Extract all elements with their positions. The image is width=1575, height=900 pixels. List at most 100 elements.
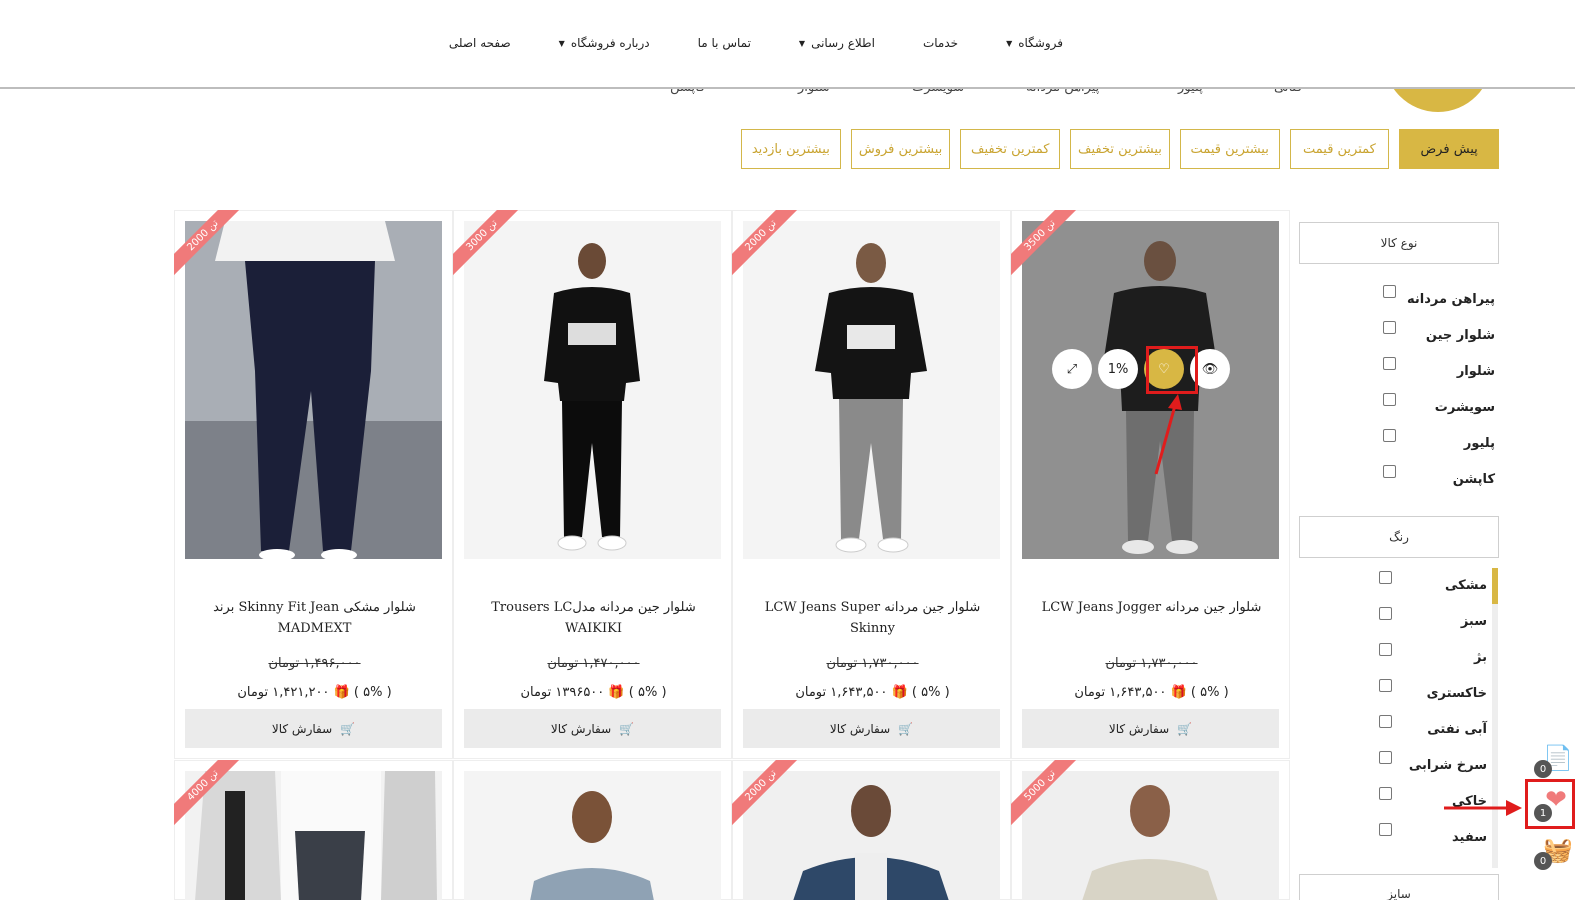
nav-about[interactable]: درباره فروشگاه ▼ <box>535 36 674 50</box>
filter-color-black[interactable]: مشکی <box>1299 568 1491 604</box>
product-card[interactable]: 2000 تن شلوار مشکی Skinny Fit Jean برند … <box>174 210 453 759</box>
ribbon-label: 2000 تن <box>174 210 248 280</box>
sort-min-discount-button[interactable]: کمترین تخفیف <box>960 129 1061 169</box>
highlight-box <box>1146 346 1198 394</box>
checkbox[interactable] <box>1379 715 1392 728</box>
order-label: سفارش کالا <box>271 721 333 736</box>
checkbox[interactable] <box>1379 571 1392 584</box>
color-scrollbar[interactable] <box>1492 568 1498 868</box>
product-title[interactable]: شلوار جین مردانه مدلTrousers LC WAIKIKI <box>466 597 721 639</box>
product-card[interactable]: 5000 تن <box>1011 760 1290 900</box>
checkbox[interactable] <box>1383 429 1396 442</box>
checkbox[interactable] <box>1379 751 1392 764</box>
filter-color-gray[interactable]: خاکستری <box>1299 676 1491 712</box>
sort-best-selling-button[interactable]: بیشترین فروش <box>850 129 951 169</box>
main-nav: صفحه اصلی درباره فروشگاه ▼ تماس با ما اطل… <box>425 36 1087 50</box>
filter-label: کاپشن <box>1452 472 1495 487</box>
sort-most-viewed-button[interactable]: بیشترین بازدید <box>740 129 841 169</box>
new-price: ۱,۶۴۳,۵۰۰ تومان <box>1074 685 1167 700</box>
checkbox[interactable] <box>1383 321 1396 334</box>
sort-max-discount-button[interactable]: بیشترین تخفیف <box>1070 129 1170 169</box>
product-card[interactable]: 3000 تن شلوار جین مردانه مدلTrousers LC … <box>453 210 732 759</box>
cart-icon: 🛒 <box>1177 721 1193 736</box>
filter-label: سفید <box>1452 830 1487 845</box>
filter-type-title[interactable]: نوع کالا <box>1299 222 1499 264</box>
checkbox[interactable] <box>1383 393 1396 406</box>
order-button[interactable]: 🛒 سفارش کالا <box>743 709 1000 748</box>
checkbox[interactable] <box>1379 643 1392 656</box>
filter-color-beige[interactable]: بژ <box>1299 640 1491 676</box>
nav-home[interactable]: صفحه اصلی <box>425 36 535 50</box>
sort-default-button[interactable]: پیش فرض <box>1399 129 1499 169</box>
nav-label: اطلاع رسانی <box>811 36 875 50</box>
ribbon-label: 2000 تن <box>732 760 806 830</box>
order-button[interactable]: 🛒 سفارش کالا <box>464 709 721 748</box>
product-card[interactable]: 2000 تن شلوار جین مردانه LCW Jeans Super… <box>732 210 1011 759</box>
filter-label: سرخ شرابی <box>1408 758 1487 773</box>
ribbon-label: 2000 تن <box>732 210 806 280</box>
filter-type-sweater[interactable]: پلیور <box>1299 426 1499 462</box>
filter-sidebar: نوع کالا پیراهن مردانه شلوار جین شلوار س… <box>1299 222 1499 900</box>
scrollbar-thumb[interactable] <box>1492 568 1498 604</box>
filter-color-white[interactable]: سفید <box>1299 820 1491 856</box>
product-card[interactable]: 4000 تن <box>174 760 453 900</box>
filter-type-shirt[interactable]: پیراهن مردانه <box>1299 282 1499 318</box>
product-title[interactable]: شلوار جین مردانه LCW Jeans Jogger <box>1024 597 1279 618</box>
discount-ribbon: 3000 تن <box>453 210 527 284</box>
checkbox[interactable] <box>1383 285 1396 298</box>
product-card[interactable]: 2000 تن <box>732 760 1011 900</box>
filter-label: بژ <box>1474 650 1487 665</box>
filter-type-jeans[interactable]: شلوار جین <box>1299 318 1499 354</box>
checkbox[interactable] <box>1379 823 1392 836</box>
discount-ribbon: 2000 تن <box>732 210 806 284</box>
chevron-down-icon: ▼ <box>798 38 806 48</box>
checkbox[interactable] <box>1383 465 1396 478</box>
filter-color-green[interactable]: سبز <box>1299 604 1491 640</box>
type-filter-list: پیراهن مردانه شلوار جین شلوار سویشرت پلی… <box>1299 282 1499 498</box>
filter-label: سویشرت <box>1434 400 1495 415</box>
nav-services[interactable]: خدمات <box>899 36 982 50</box>
discount-percent: ( ۵% ) <box>1190 685 1229 700</box>
filter-color-title[interactable]: رنگ <box>1299 516 1499 558</box>
filter-color-khaki[interactable]: خاکی <box>1299 784 1491 820</box>
order-button[interactable]: 🛒 سفارش کالا <box>185 709 442 748</box>
product-title[interactable]: شلوار مشکی Skinny Fit Jean برند MADMEXT <box>187 597 442 639</box>
nav-contact[interactable]: تماس با ما <box>674 36 775 50</box>
filter-color-navy[interactable]: آبی نفتی <box>1299 712 1491 748</box>
expand-icon[interactable]: ⤢ <box>1052 349 1092 389</box>
order-label: سفارش کالا <box>1108 721 1170 736</box>
nav-shop[interactable]: فروشگاه ▼ <box>982 36 1087 50</box>
product-card[interactable]: 3500 تن ⤢ 1% ♡ 👁 شلوار جین مردانه LCW Je… <box>1011 210 1290 759</box>
new-price: ۱۳۹۶۵۰۰ تومان <box>520 685 605 700</box>
order-button[interactable]: 🛒 سفارش کالا <box>1022 709 1279 748</box>
new-price-row: ( ۵% ) 🎁 ۱۳۹۶۵۰۰ تومان <box>466 685 721 700</box>
filter-label: مشکی <box>1445 578 1487 593</box>
sort-bar: پیش فرض کمترین قیمت بیشترین قیمت بیشترین… <box>740 129 1499 169</box>
checkbox[interactable] <box>1379 679 1392 692</box>
cart-icon: 🛒 <box>898 721 914 736</box>
filter-type-pants[interactable]: شلوار <box>1299 354 1499 390</box>
filter-size-title[interactable]: سایز <box>1299 874 1499 900</box>
gift-icon: 🎁 <box>608 685 625 700</box>
filter-type-jacket[interactable]: کاپشن <box>1299 462 1499 498</box>
discount-percent: ( ۵% ) <box>628 685 667 700</box>
checkbox[interactable] <box>1379 607 1392 620</box>
nav-news[interactable]: اطلاع رسانی ▼ <box>775 36 899 50</box>
ribbon-label: 5000 تن <box>1011 760 1085 830</box>
filter-label: پیراهن مردانه <box>1407 292 1495 307</box>
sort-expensive-button[interactable]: بیشترین قیمت <box>1179 129 1280 169</box>
product-card[interactable] <box>453 760 732 900</box>
filter-color-burgundy[interactable]: سرخ شرابی <box>1299 748 1491 784</box>
filter-type-sweatshirt[interactable]: سویشرت <box>1299 390 1499 426</box>
product-hover-actions: ⤢ 1% ♡ 👁 <box>1052 349 1230 389</box>
nav-label: صفحه اصلی <box>448 36 511 50</box>
old-price: ۱,۴۹۶,۰۰۰ تومان <box>268 656 361 671</box>
sort-cheapest-button[interactable]: کمترین قیمت <box>1289 129 1390 169</box>
product-title[interactable]: شلوار جین مردانه LCW Jeans Super Skinny <box>745 597 1000 639</box>
checkbox[interactable] <box>1383 357 1396 370</box>
product-image[interactable] <box>464 771 721 900</box>
new-price-row: ( ۵% ) 🎁 ۱,۴۲۱,۲۰۰ تومان <box>187 685 442 700</box>
gift-icon: 🎁 <box>333 685 350 700</box>
filter-label: شلوار جین <box>1425 328 1495 343</box>
checkbox[interactable] <box>1379 787 1392 800</box>
